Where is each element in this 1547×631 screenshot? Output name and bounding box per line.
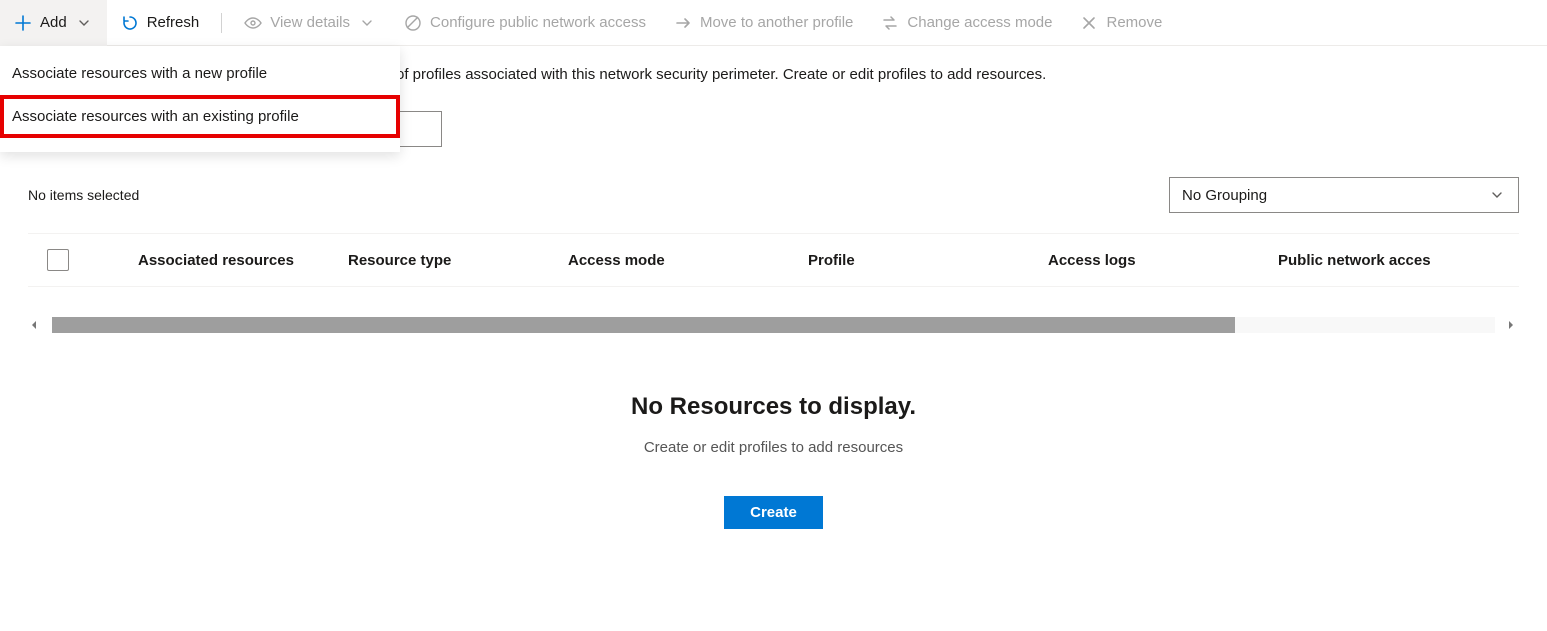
eye-icon	[244, 14, 262, 32]
chevron-down-icon	[1488, 186, 1506, 204]
table: Associated resources Resource type Acces…	[28, 233, 1519, 287]
col-access-logs[interactable]: Access logs	[1048, 252, 1278, 269]
dropdown-item-existing-profile[interactable]: Associate resources with an existing pro…	[0, 95, 400, 138]
refresh-label: Refresh	[147, 14, 200, 31]
status-row: No items selected No Grouping	[0, 147, 1547, 213]
add-button[interactable]: Add	[0, 0, 107, 46]
dropdown-item-new-profile[interactable]: Associate resources with a new profile	[0, 52, 400, 95]
scroll-track[interactable]	[52, 317, 1495, 333]
col-profile[interactable]: Profile	[808, 252, 1048, 269]
selection-status: No items selected	[28, 187, 139, 203]
table-header-row: Associated resources Resource type Acces…	[28, 233, 1519, 287]
scroll-thumb[interactable]	[52, 317, 1235, 333]
select-all-checkbox[interactable]	[47, 249, 69, 271]
chevron-down-icon	[358, 14, 376, 32]
add-dropdown: Associate resources with a new profile A…	[0, 46, 400, 152]
add-label: Add	[40, 14, 67, 31]
network-icon	[404, 14, 422, 32]
arrow-right-icon	[674, 14, 692, 32]
chevron-down-icon	[75, 14, 93, 32]
create-button[interactable]: Create	[724, 496, 823, 529]
empty-state: No Resources to display. Create or edit …	[0, 393, 1547, 529]
change-mode-button: Change access mode	[867, 0, 1066, 46]
grouping-select[interactable]: No Grouping	[1169, 177, 1519, 213]
remove-button: Remove	[1066, 0, 1176, 46]
refresh-button[interactable]: Refresh	[107, 0, 214, 46]
move-button: Move to another profile	[660, 0, 867, 46]
scroll-left-icon[interactable]	[28, 318, 42, 332]
scroll-right-icon[interactable]	[1505, 318, 1519, 332]
toolbar: Add Associate resources with a new profi…	[0, 0, 1547, 46]
plus-icon	[14, 14, 32, 32]
refresh-icon	[121, 14, 139, 32]
col-resource-type[interactable]: Resource type	[348, 252, 568, 269]
view-details-button: View details	[230, 0, 390, 46]
col-public-network-access[interactable]: Public network acces	[1278, 252, 1498, 269]
toolbar-separator	[221, 13, 222, 33]
empty-title: No Resources to display.	[0, 393, 1547, 421]
horizontal-scrollbar[interactable]	[28, 317, 1519, 333]
empty-subtitle: Create or edit profiles to add resources	[0, 439, 1547, 456]
swap-icon	[881, 14, 899, 32]
close-icon	[1080, 14, 1098, 32]
col-associated-resources[interactable]: Associated resources	[88, 252, 348, 269]
configure-network-button: Configure public network access	[390, 0, 660, 46]
col-access-mode[interactable]: Access mode	[568, 252, 808, 269]
